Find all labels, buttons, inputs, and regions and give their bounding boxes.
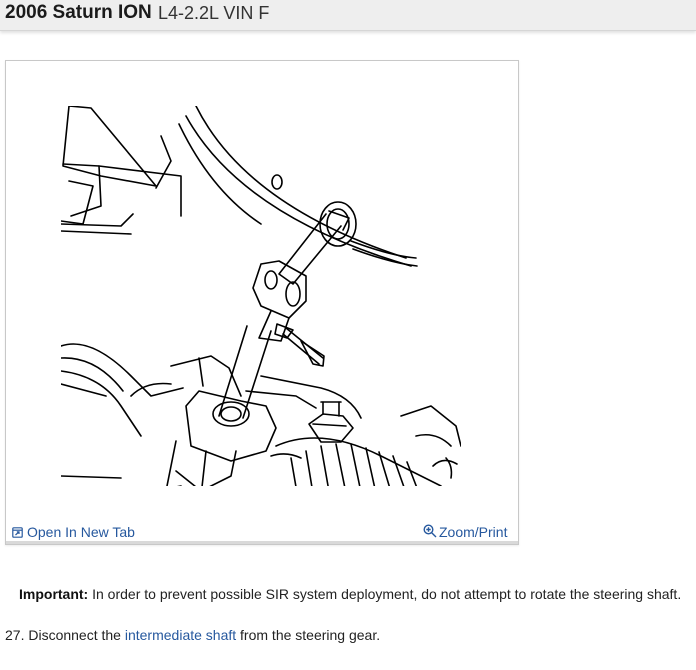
header-bar: 2006 Saturn ION L4-2.2L VIN F [0, 0, 696, 31]
figure-container [5, 60, 519, 545]
important-text: In order to prevent possible SIR system … [92, 586, 682, 602]
figure-actions: Open In New Tab Zoom/Print [12, 522, 512, 542]
zoom-print-label: Zoom/Print [439, 524, 508, 540]
zoom-in-icon [423, 524, 437, 538]
steering-shaft-diagram[interactable] [61, 106, 461, 486]
step-prefix: 27. Disconnect the [5, 627, 125, 643]
new-tab-icon [12, 527, 23, 538]
page-title: 2006 Saturn ION [5, 2, 152, 23]
open-in-new-tab-label: Open In New Tab [27, 524, 135, 540]
step-suffix: from the steering gear. [236, 627, 381, 643]
page-subtitle: L4-2.2L VIN F [158, 3, 270, 23]
intermediate-shaft-link[interactable]: intermediate shaft [125, 627, 236, 643]
open-in-new-tab-link[interactable]: Open In New Tab [12, 524, 135, 540]
important-label: Important: [19, 586, 89, 602]
procedure-step: 27. Disconnect the intermediate shaft fr… [5, 627, 380, 643]
zoom-print-link[interactable]: Zoom/Print [423, 524, 507, 540]
important-note: Important: In order to prevent possible … [19, 586, 681, 602]
